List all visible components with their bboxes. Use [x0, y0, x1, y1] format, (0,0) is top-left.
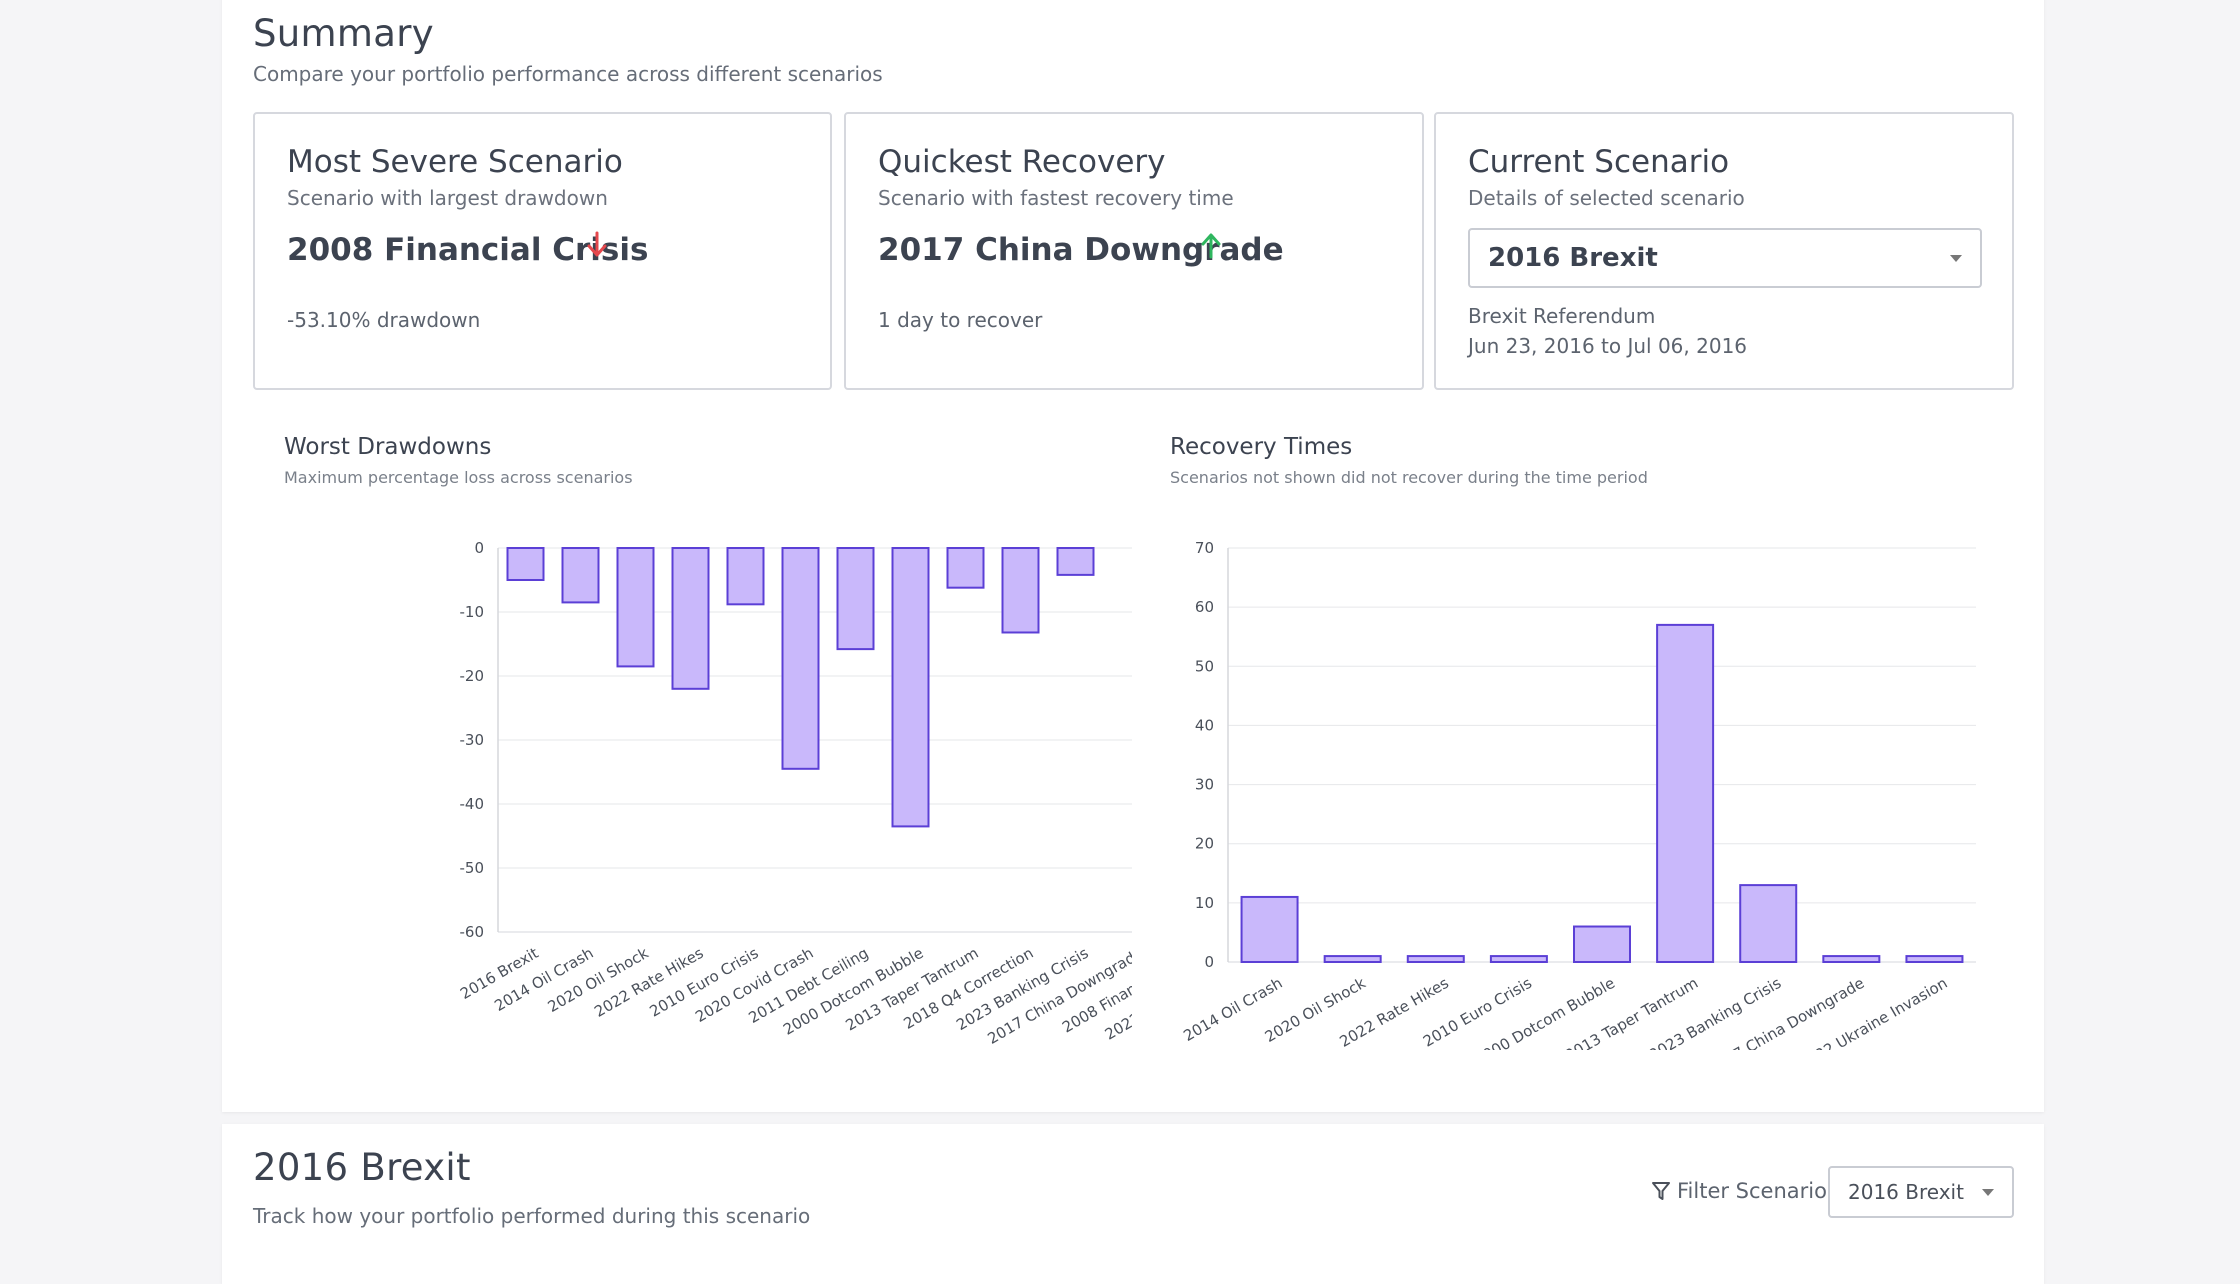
- quickest-recovery-card: Quickest Recovery Scenario with fastest …: [844, 112, 1424, 390]
- card-subtitle: Scenario with largest drawdown: [287, 186, 608, 210]
- summary-subtitle: Compare your portfolio performance acros…: [253, 62, 883, 86]
- card-subtitle: Details of selected scenario: [1468, 186, 1745, 210]
- card-title: Current Scenario: [1468, 144, 1730, 180]
- card-title: Most Severe Scenario: [287, 144, 623, 180]
- bar: [1822, 955, 1881, 964]
- bar: [1739, 884, 1798, 963]
- chevron-down-icon: [1982, 1189, 1994, 1196]
- drawdowns-chart-title: Worst Drawdowns: [284, 434, 492, 460]
- drawdown-note: -53.10% drawdown: [287, 308, 481, 332]
- y-tick-label: -30: [460, 731, 485, 749]
- recovery-chart-subtitle: Scenarios not shown did not recover duri…: [1170, 468, 1648, 487]
- summary-title: Summary: [253, 12, 434, 55]
- card-subtitle: Scenario with fastest recovery time: [878, 186, 1234, 210]
- arrow-down-icon: [587, 231, 607, 257]
- bar: [1001, 547, 1040, 634]
- arrow-up-icon: [1201, 233, 1221, 259]
- scenario-subtitle: Track how your portfolio performed durin…: [253, 1204, 811, 1228]
- y-tick-label: -60: [460, 923, 485, 941]
- drawdowns-chart: 0-10-20-30-40-50-602016 Brexit2014 Oil C…: [457, 539, 1132, 1048]
- filter-scenario-select[interactable]: 2016 Brexit: [1828, 1166, 2014, 1218]
- filter-select-value: 2016 Brexit: [1848, 1180, 1964, 1204]
- y-tick-label: 10: [1195, 894, 1214, 912]
- bar: [1240, 895, 1299, 964]
- y-tick-label: -10: [460, 603, 485, 621]
- scenario-title: 2016 Brexit: [253, 1146, 471, 1189]
- bar: [671, 547, 710, 690]
- bar: [1489, 955, 1548, 964]
- bar: [1406, 955, 1465, 964]
- bar: [1056, 547, 1095, 576]
- filter-label: Filter Scenario:: [1677, 1179, 1835, 1203]
- scenario-detail-dates: Jun 23, 2016 to Jul 06, 2016: [1468, 334, 1748, 358]
- y-tick-label: 40: [1195, 716, 1214, 734]
- bar: [1905, 955, 1964, 964]
- bar: [561, 547, 600, 604]
- bar: [781, 547, 820, 770]
- recovery-chart-title: Recovery Times: [1170, 434, 1353, 460]
- summary-panel: Summary Compare your portfolio performan…: [222, 0, 2044, 1112]
- scenario-select-value: 2016 Brexit: [1488, 243, 1658, 273]
- bar: [1323, 955, 1382, 964]
- y-tick-label: -40: [460, 795, 485, 813]
- drawdowns-chart-subtitle: Maximum percentage loss across scenarios: [284, 468, 633, 487]
- y-tick-label: 30: [1195, 776, 1214, 794]
- y-tick-label: 50: [1195, 657, 1214, 675]
- bar: [946, 547, 985, 589]
- bar: [891, 547, 930, 828]
- bar: [616, 547, 655, 668]
- most-severe-card: Most Severe Scenario Scenario with large…: [253, 112, 832, 390]
- bar: [726, 547, 765, 606]
- scenario-detail-name: Brexit Referendum: [1468, 304, 1656, 328]
- chevron-down-icon: [1950, 255, 1962, 262]
- bar: [506, 547, 545, 581]
- y-tick-label: -20: [460, 667, 485, 685]
- bar: [1656, 623, 1715, 963]
- y-tick-label: 20: [1195, 835, 1214, 853]
- bar: [836, 547, 875, 651]
- y-tick-label: 70: [1195, 539, 1214, 557]
- y-tick-label: 0: [474, 539, 484, 557]
- funnel-icon: [1652, 1182, 1670, 1200]
- current-scenario-card: Current Scenario Details of selected sce…: [1434, 112, 2014, 390]
- scenario-panel: 2016 Brexit Track how your portfolio per…: [222, 1124, 2044, 1284]
- y-tick-label: -50: [460, 859, 485, 877]
- y-tick-label: 0: [1204, 953, 1214, 971]
- y-tick-label: 60: [1195, 598, 1214, 616]
- card-title: Quickest Recovery: [878, 144, 1166, 180]
- scenario-select[interactable]: 2016 Brexit: [1468, 228, 1982, 288]
- recovery-note: 1 day to recover: [878, 308, 1043, 332]
- recovery-chart: 0102030405060702014 Oil Crash2020 Oil Sh…: [1180, 539, 1976, 1050]
- bar: [1573, 925, 1631, 963]
